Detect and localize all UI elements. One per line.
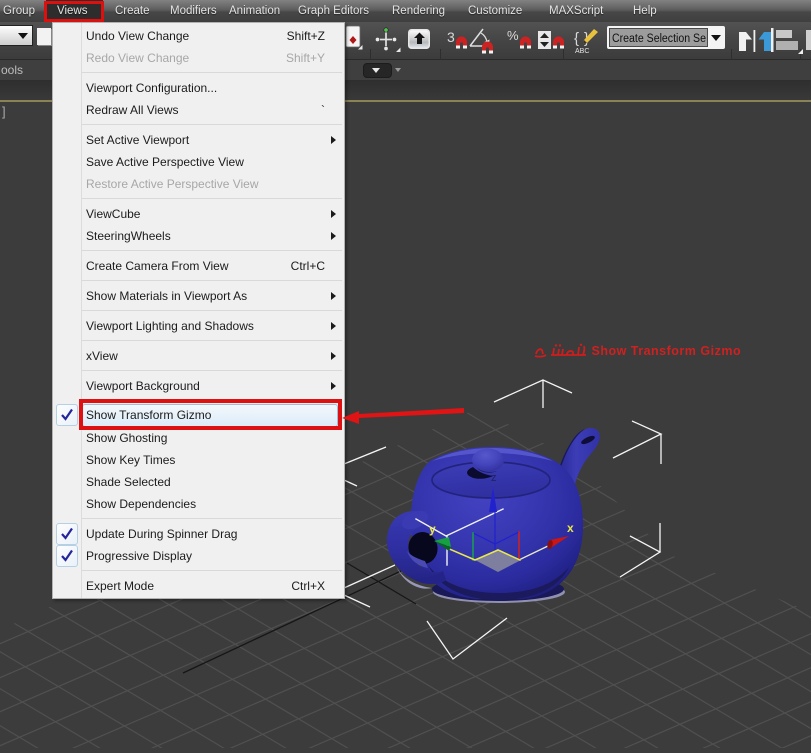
svg-text:x: x [567, 521, 574, 535]
svg-text:%: % [507, 28, 519, 43]
svg-text:y: y [429, 522, 436, 536]
svg-text:z: z [491, 472, 497, 484]
svg-text:{: { [574, 30, 579, 47]
svg-text:Create Selection Se: Create Selection Se [612, 33, 706, 45]
svg-text:3: 3 [447, 29, 455, 45]
svg-text:ABC: ABC [575, 48, 589, 55]
